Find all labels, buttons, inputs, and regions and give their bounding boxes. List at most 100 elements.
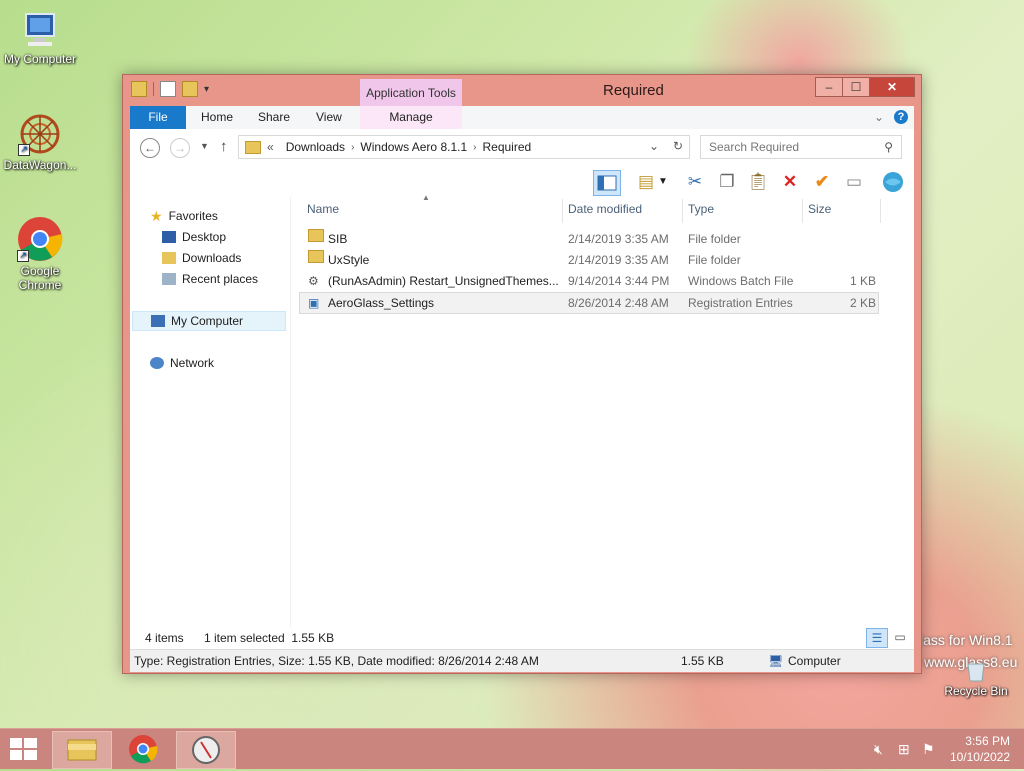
tab-view[interactable]: View <box>316 106 342 129</box>
desktop-icon-my-computer[interactable]: My Computer <box>0 10 80 66</box>
refresh-icon[interactable]: ↻ <box>673 139 683 153</box>
status-bar: 4 items 1 item selected 1.55 KB ☰ ▭ <box>130 627 914 649</box>
nav-desktop[interactable]: Desktop <box>162 227 226 247</box>
copy-icon[interactable]: ❐ <box>714 170 740 194</box>
sort-arrow-icon: ▲ <box>422 193 430 202</box>
tab-manage[interactable]: Manage <box>360 106 462 129</box>
file-name: SIB <box>328 232 348 246</box>
table-row[interactable]: ⚙ (RunAsAdmin) Restart_UnsignedThemes...… <box>300 271 878 291</box>
large-icons-view-icon[interactable]: ▭ <box>890 628 910 646</box>
file-type: File folder <box>688 232 741 246</box>
folder-icon <box>245 140 261 154</box>
back-button[interactable]: ← <box>140 138 160 158</box>
column-separator[interactable] <box>880 199 881 223</box>
nav-favorites[interactable]: ★ Favorites <box>150 206 218 226</box>
navigation-bar: ← → ▼ ↑ « Downloads › Windows Aero 8.1.1… <box>130 129 914 167</box>
desktop-icon-recycle-bin[interactable]: Recycle Bin <box>936 660 1016 698</box>
file-size: 2 KB <box>850 296 877 310</box>
column-size[interactable]: Size <box>808 202 831 216</box>
tab-share[interactable]: Share <box>258 106 290 129</box>
close-button[interactable]: ✕ <box>869 77 915 97</box>
separator <box>153 82 154 96</box>
column-type[interactable]: Type <box>688 202 714 216</box>
delete-icon[interactable]: ✕ <box>777 170 803 194</box>
search-icon[interactable]: ⚲ <box>884 140 893 154</box>
network-icon <box>150 357 164 369</box>
taskbar-chrome[interactable] <box>114 731 172 767</box>
customize-qat-icon[interactable]: ▾ <box>204 84 209 95</box>
taskbar-file-explorer[interactable] <box>52 731 112 769</box>
start-button[interactable] <box>10 738 38 760</box>
table-row[interactable]: SIB 2/14/2019 3:35 AM File folder <box>300 229 878 249</box>
column-separator[interactable] <box>682 199 683 223</box>
recent-locations-icon[interactable]: ▼ <box>200 141 209 151</box>
nav-recent-places[interactable]: Recent places <box>162 269 258 289</box>
search-input[interactable]: Search Required <box>709 140 799 154</box>
column-name[interactable]: Name <box>307 202 339 216</box>
action-center-icon[interactable]: ⚑ <box>922 741 935 758</box>
address-dropdown-icon[interactable]: ⌄ <box>649 139 659 153</box>
file-name: AeroGlass_Settings <box>328 296 435 310</box>
chevron-right-icon[interactable]: › <box>351 142 354 153</box>
breadcrumb-required[interactable]: Required <box>482 140 531 154</box>
help-icon[interactable]: ? <box>894 110 908 124</box>
volume-muted-icon[interactable]: 🔇︎ <box>874 741 883 758</box>
table-row-selected[interactable]: ▣ AeroGlass_Settings 8/26/2014 2:48 AM R… <box>299 292 879 314</box>
search-box[interactable]: Search Required ⚲ <box>700 135 902 159</box>
star-icon: ★ <box>150 208 163 224</box>
nav-label: Favorites <box>168 209 218 223</box>
properties-icon[interactable] <box>160 81 176 97</box>
expand-ribbon-icon[interactable]: ⌄ <box>874 110 884 124</box>
preview-pane-icon[interactable] <box>593 170 621 196</box>
desktop-icon-datawagon[interactable]: ↗ DataWagon... <box>0 112 80 172</box>
column-separator[interactable] <box>802 199 803 223</box>
compass-icon <box>192 736 220 764</box>
forward-button[interactable]: → <box>170 138 190 158</box>
clock-date: 10/10/2022 <box>949 750 1010 764</box>
file-size: 1 KB <box>850 274 877 288</box>
minimize-button[interactable]: ‒ <box>815 77 843 97</box>
rename-icon[interactable]: ✔ <box>809 170 835 194</box>
new-folder-icon[interactable] <box>182 81 198 97</box>
taskbar-app[interactable] <box>176 731 236 769</box>
details-view-icon[interactable]: ☰ <box>866 628 888 648</box>
column-separator[interactable] <box>562 199 563 223</box>
up-button[interactable]: ↑ <box>220 138 228 155</box>
address-bar[interactable]: « Downloads › Windows Aero 8.1.1 › Requi… <box>238 135 690 159</box>
file-name: UxStyle <box>328 253 370 267</box>
desktop-icon-chrome[interactable]: ↗ Google Chrome <box>0 216 80 292</box>
address-overflow[interactable]: « <box>267 140 274 154</box>
folder-icon <box>131 81 147 97</box>
tab-home[interactable]: Home <box>201 106 233 129</box>
paste-icon[interactable]: 📋︎ <box>745 170 771 194</box>
explorer-window: ▾ Application Tools Required ‒ ☐ ✕ File … <box>122 74 922 674</box>
network-icon[interactable]: ⊞ <box>898 741 910 758</box>
recent-places-icon <box>162 273 176 285</box>
column-date-modified[interactable]: Date modified <box>568 202 642 216</box>
selection-info: 1 item selected 1.55 KB <box>204 631 335 645</box>
details-text: Type: Registration Entries, Size: 1.55 K… <box>134 654 539 668</box>
nav-network[interactable]: Network <box>150 353 214 373</box>
title-bar[interactable]: ▾ Application Tools Required ‒ ☐ ✕ <box>123 75 921 107</box>
ribbon-tabs: File Home Share View Manage ⌄ ? <box>130 106 914 130</box>
dropdown-icon[interactable]: ▼ <box>656 170 670 194</box>
nav-label: My Computer <box>171 314 244 328</box>
nav-my-computer[interactable]: My Computer <box>132 311 286 331</box>
downloads-folder-icon <box>162 252 176 264</box>
cut-icon[interactable]: ✂ <box>682 170 708 194</box>
maximize-button[interactable]: ☐ <box>842 77 870 97</box>
nav-label: Network <box>170 356 215 370</box>
table-row[interactable]: UxStyle 2/14/2019 3:35 AM File folder <box>300 250 878 270</box>
properties-icon[interactable]: ▭ <box>841 170 867 194</box>
nav-downloads[interactable]: Downloads <box>162 248 241 268</box>
breadcrumb-windows-aero[interactable]: Windows Aero 8.1.1 <box>360 140 467 154</box>
clock[interactable]: 3:56 PM 10/10/2022 <box>950 733 1010 765</box>
tab-file[interactable]: File <box>130 106 186 129</box>
globe-icon[interactable] <box>880 170 906 194</box>
ribbon-right: ⌄ ? <box>874 110 908 124</box>
window-controls: ‒ ☐ ✕ <box>815 77 915 97</box>
quick-access-toolbar: ▾ <box>131 81 209 97</box>
taskbar: 🔇︎ ⊞ ⚑ 3:56 PM 10/10/2022 <box>0 728 1024 769</box>
chevron-right-icon[interactable]: › <box>473 142 476 153</box>
breadcrumb-downloads[interactable]: Downloads <box>286 140 345 154</box>
